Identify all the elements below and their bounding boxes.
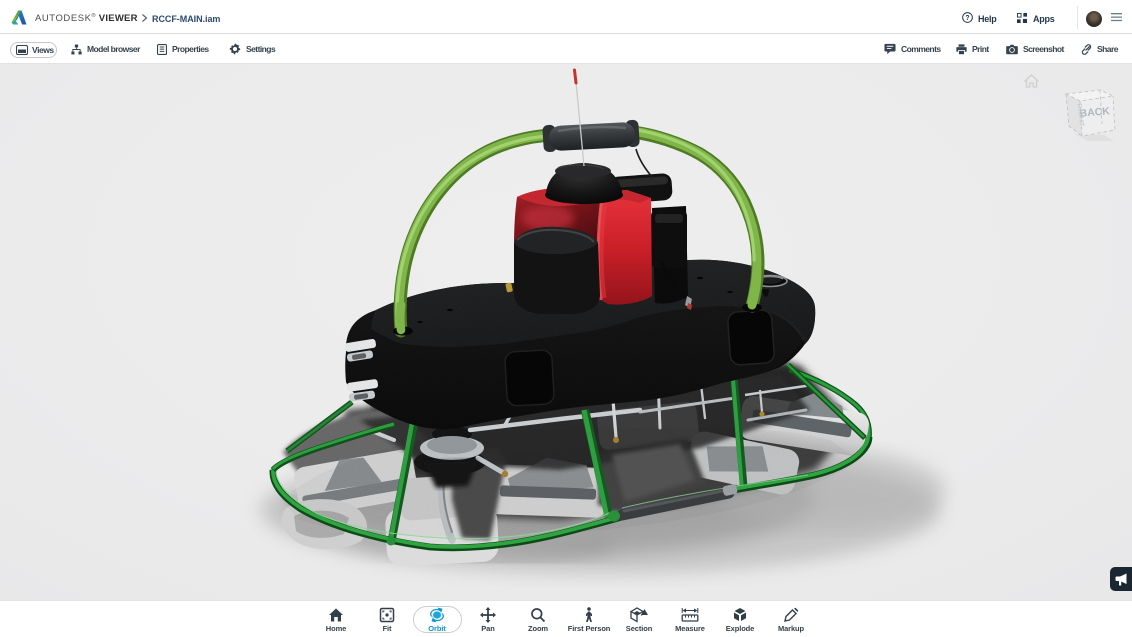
svg-text:?: ? — [965, 15, 969, 22]
